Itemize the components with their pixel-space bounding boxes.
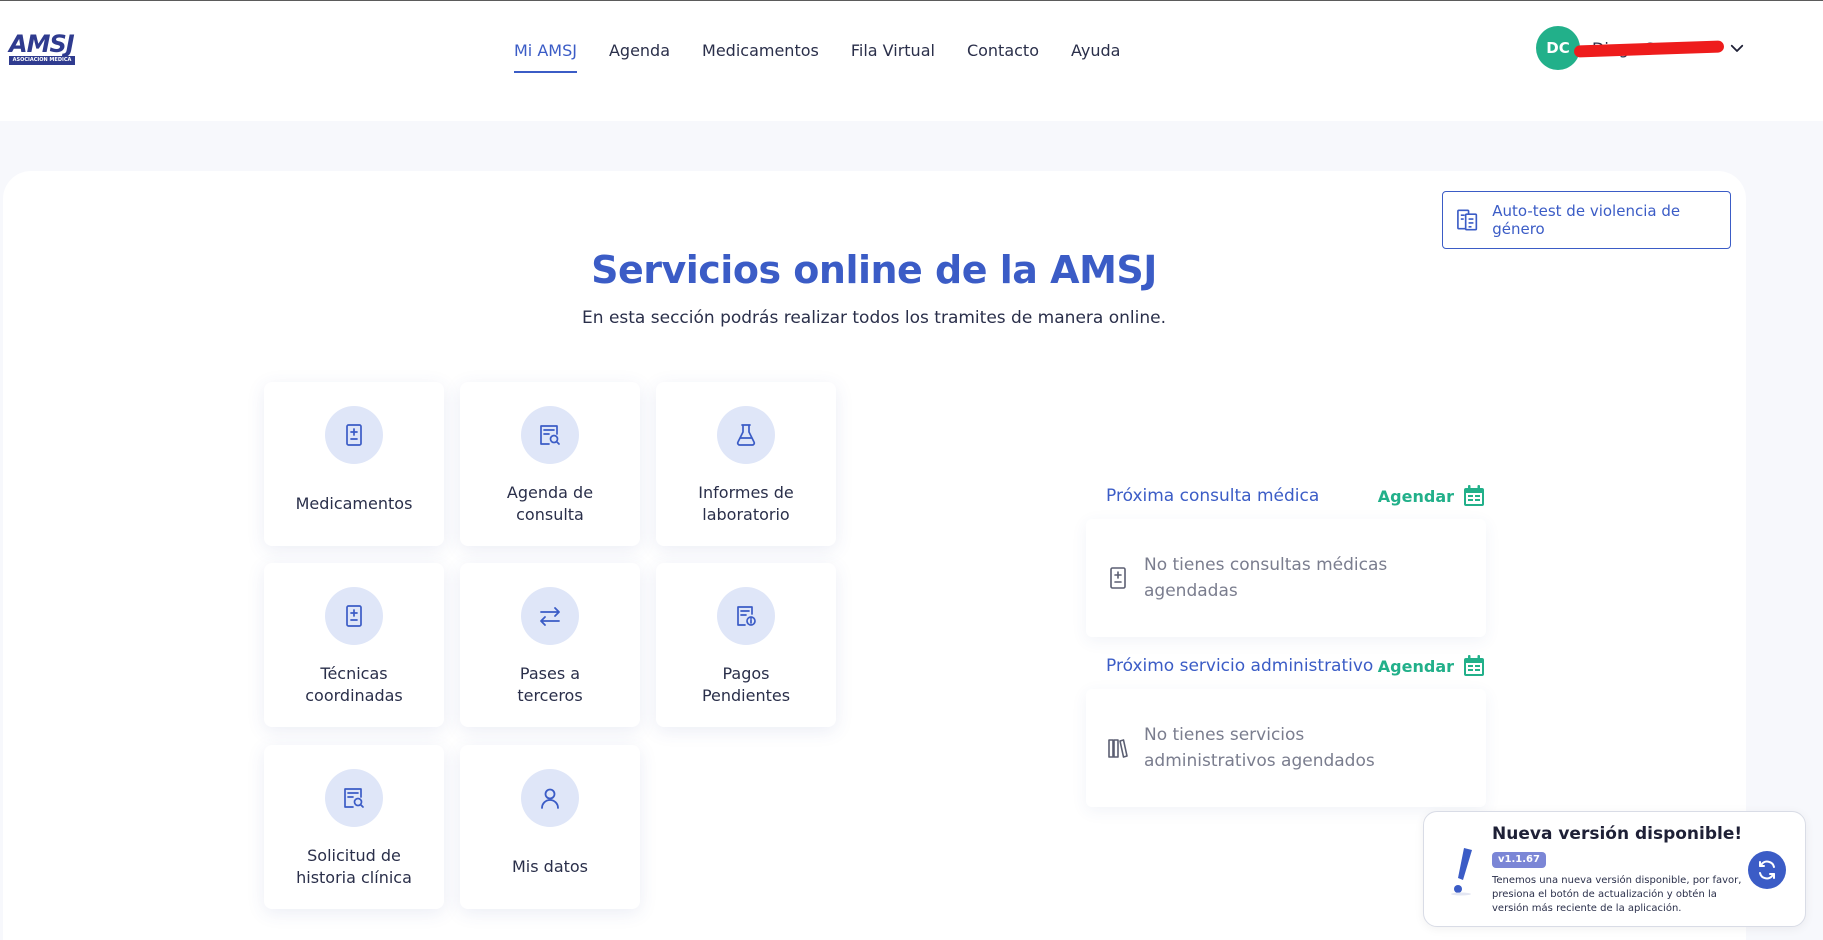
next-consult-empty: No tienes consultas médicas agendadas xyxy=(1086,519,1486,637)
nav-fila-virtual[interactable]: Fila Virtual xyxy=(851,39,935,63)
prescription-icon xyxy=(1110,567,1126,589)
document-info-icon xyxy=(737,606,756,626)
user-menu[interactable]: DC Diego C xyxy=(1536,26,1746,70)
page-subtitle: En esta sección podrás realizar todos lo… xyxy=(582,308,1166,328)
next-admin-header: Próximo servicio administrativo Agendar xyxy=(1106,651,1486,681)
refresh-icon xyxy=(1759,860,1775,880)
tile-pagos-pendientes[interactable]: Pagos Pendientes xyxy=(656,563,836,727)
transfer-arrows-icon xyxy=(540,607,560,626)
exclamation-icon xyxy=(1451,848,1472,896)
document-search-icon xyxy=(540,425,560,445)
nav-ayuda[interactable]: Ayuda xyxy=(1071,39,1120,63)
tile-label: Solicitud de historia clínica xyxy=(296,846,412,887)
tile-agenda-consulta[interactable]: Agenda de consulta xyxy=(460,382,640,546)
calendar-icon xyxy=(1464,655,1484,676)
calendar-icon xyxy=(1464,485,1484,506)
agendar-consult-button[interactable]: Agendar xyxy=(1378,484,1486,508)
toast-message: Tenemos una nueva versión disponible, po… xyxy=(1492,875,1742,914)
prescription-icon xyxy=(346,605,362,627)
top-header: AMSJ ASOCIACION MEDICA Mi AMSJ Agenda Me… xyxy=(0,0,1823,121)
tile-label: Pases a terceros xyxy=(517,664,583,705)
refresh-button[interactable] xyxy=(1748,851,1786,889)
next-consult-header: Próxima consulta médica Agendar xyxy=(1106,481,1486,511)
tile-label: Medicamentos xyxy=(295,494,413,513)
tile-historia-clinica[interactable]: Solicitud de historia clínica xyxy=(264,745,444,909)
autotest-label: Auto-test de violencia de género xyxy=(1492,202,1681,238)
tile-label: Pagos Pendientes xyxy=(701,664,791,705)
logo-word: AMSJ xyxy=(9,30,75,58)
avatar: DC xyxy=(1536,26,1580,70)
update-toast: Nueva versión disponible! v1.1.67 Tenemo… xyxy=(1423,811,1806,927)
main-nav: Mi AMSJ Agenda Medicamentos Fila Virtual… xyxy=(514,1,1152,101)
tile-tecnicas-coordinadas[interactable]: Técnicas coordinadas xyxy=(264,563,444,727)
next-admin-title: Próximo servicio administrativo xyxy=(1106,656,1374,676)
next-admin-empty: No tienes servicios administrativos agen… xyxy=(1086,689,1486,807)
tile-label: Agenda de consulta xyxy=(506,483,594,524)
document-list-icon xyxy=(1457,209,1478,231)
flask-icon xyxy=(736,424,756,446)
prescription-icon xyxy=(346,424,362,446)
nav-agenda[interactable]: Agenda xyxy=(609,39,670,63)
user-icon xyxy=(541,788,559,809)
next-admin-message: No tienes servicios administrativos agen… xyxy=(1144,725,1375,771)
amsj-logo[interactable]: AMSJ ASOCIACION MEDICA xyxy=(9,31,75,65)
next-consult-message: No tienes consultas médicas agendadas xyxy=(1144,555,1388,601)
autotest-button[interactable]: Auto-test de violencia de género xyxy=(1442,191,1731,249)
tile-pases-terceros[interactable]: Pases a terceros xyxy=(460,563,640,727)
tile-label: Mis datos xyxy=(511,857,589,876)
next-consult-title: Próxima consulta médica xyxy=(1106,486,1320,506)
tile-medicamentos[interactable]: Medicamentos xyxy=(264,382,444,546)
tile-mis-datos[interactable]: Mis datos xyxy=(460,745,640,909)
tile-label: Informes de laboratorio xyxy=(698,483,794,524)
page-title: Servicios online de la AMSJ xyxy=(591,248,1157,292)
tile-label: Técnicas coordinadas xyxy=(305,664,403,705)
agendar-admin-button[interactable]: Agendar xyxy=(1378,654,1486,678)
books-icon xyxy=(1108,739,1128,758)
nav-medicamentos[interactable]: Medicamentos xyxy=(702,39,819,63)
nav-contacto[interactable]: Contacto xyxy=(967,39,1039,63)
user-name: Diego C xyxy=(1573,39,1725,58)
toast-title: Nueva versión disponible! xyxy=(1492,824,1743,844)
version-badge: v1.1.67 xyxy=(1492,852,1546,868)
tile-informes-laboratorio[interactable]: Informes de laboratorio xyxy=(656,382,836,546)
document-search-icon xyxy=(344,788,364,808)
chevron-down-icon[interactable] xyxy=(1728,39,1746,57)
logo-tagline: ASOCIACION MEDICA xyxy=(9,56,75,65)
nav-mi-amsj[interactable]: Mi AMSJ xyxy=(514,39,577,73)
